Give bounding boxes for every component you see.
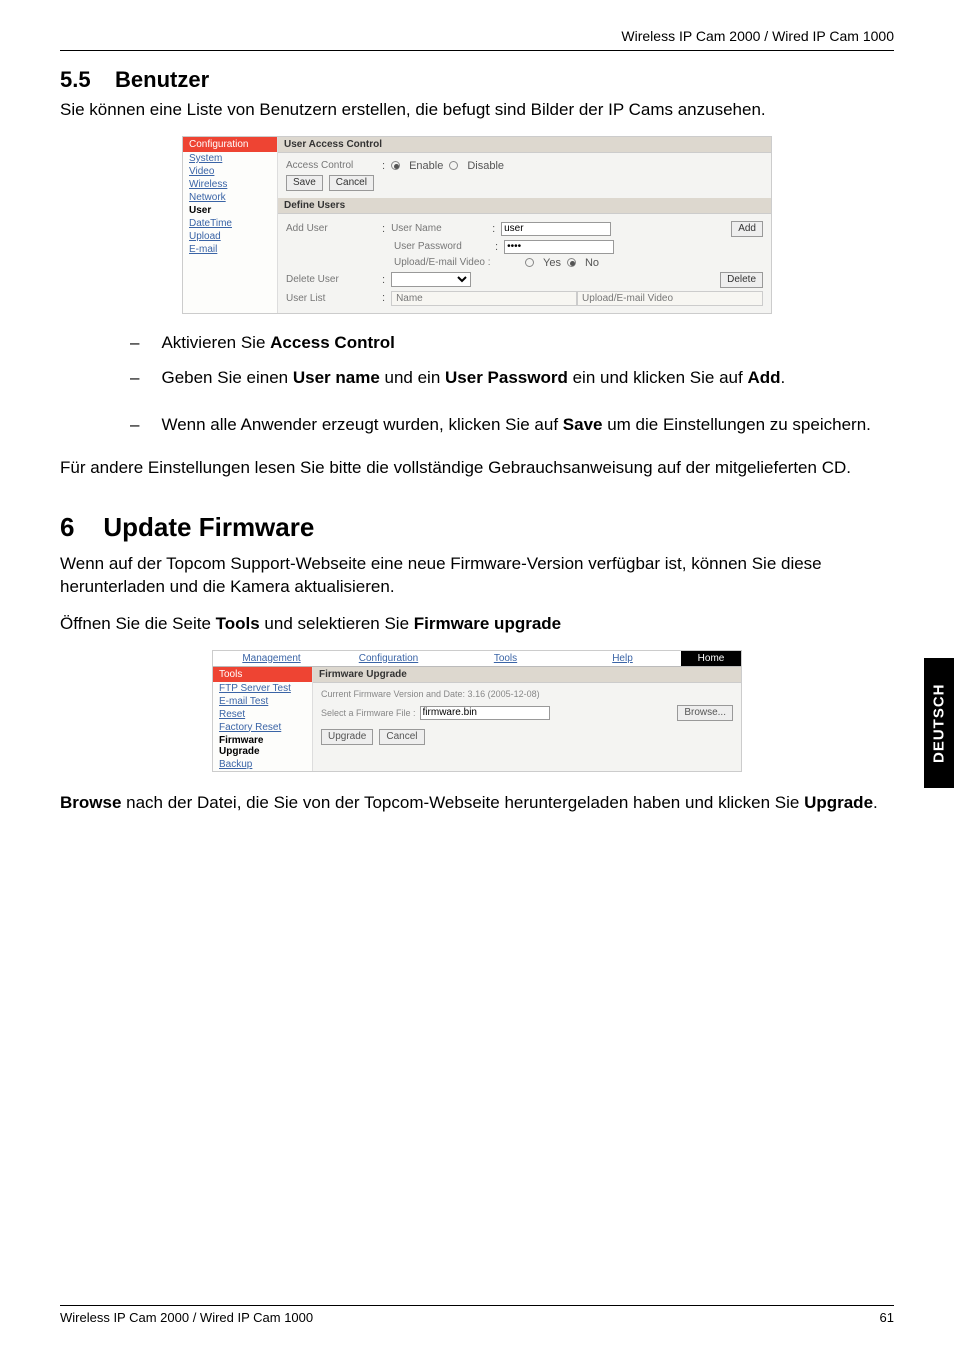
delete-user-label: Delete User — [286, 274, 376, 285]
delete-user-select[interactable] — [391, 272, 471, 287]
nav-factory-reset[interactable]: Factory Reset — [213, 721, 312, 734]
bullet-2: Geben Sie einen User name und ein User P… — [161, 367, 894, 390]
add-button[interactable]: Add — [731, 221, 763, 237]
userpassword-input[interactable] — [504, 240, 614, 254]
user-list-label: User List — [286, 293, 376, 304]
chapter-title: Update Firmware — [103, 512, 314, 542]
section-6-p3: Browse nach der Datei, die Sie von der T… — [60, 792, 894, 815]
no-label: No — [585, 257, 599, 269]
firmware-upgrade-screenshot: Management Configuration Tools Help Home… — [212, 650, 742, 772]
tab-help[interactable]: Help — [564, 651, 681, 667]
bullet-dash: – — [130, 414, 139, 437]
language-sidetab: DEUTSCH — [924, 658, 954, 788]
nav-email[interactable]: E-mail — [183, 243, 277, 256]
firmware-file-input[interactable] — [420, 706, 550, 720]
upgrade-button[interactable]: Upgrade — [321, 729, 373, 745]
section-6-p2: Öffnen Sie die Seite Tools und selektier… — [60, 613, 894, 636]
bullet-dash: – — [130, 367, 139, 390]
footer-left: Wireless IP Cam 2000 / Wired IP Cam 1000 — [60, 1310, 313, 1325]
user-access-screenshot: Configuration System Video Wireless Netw… — [182, 136, 772, 314]
tab-tools[interactable]: Tools — [447, 651, 564, 667]
nav-email-test[interactable]: E-mail Test — [213, 695, 312, 708]
bullet-1: Aktivieren Sie Access Control — [161, 332, 894, 355]
disable-label: Disable — [467, 160, 504, 172]
section-5-5-outro: Für andere Einstellungen lesen Sie bitte… — [60, 457, 894, 480]
nav-backup[interactable]: Backup — [213, 758, 312, 771]
current-firmware-text: Current Firmware Version and Date: 3.16 … — [321, 689, 733, 699]
config-sidebar-header: Configuration — [183, 137, 277, 152]
running-header: Wireless IP Cam 2000 / Wired IP Cam 1000 — [60, 28, 894, 51]
add-user-label: Add User — [286, 223, 376, 234]
upload-no-radio[interactable] — [567, 258, 576, 267]
section-number: 5.5 — [60, 67, 91, 92]
chapter-number: 6 — [60, 512, 74, 542]
tab-home[interactable]: Home — [681, 651, 741, 667]
define-users-bar: Define Users — [278, 198, 771, 214]
userpassword-label: User Password — [394, 241, 489, 252]
section-6-heading: 6 Update Firmware — [60, 512, 894, 543]
nav-user[interactable]: User — [183, 204, 277, 217]
user-access-control-bar: User Access Control — [278, 137, 771, 153]
username-input[interactable] — [501, 222, 611, 236]
nav-ftp-test[interactable]: FTP Server Test — [213, 682, 312, 695]
disable-radio[interactable] — [449, 161, 458, 170]
tab-configuration[interactable]: Configuration — [330, 651, 447, 667]
nav-video[interactable]: Video — [183, 165, 277, 178]
nav-upload[interactable]: Upload — [183, 230, 277, 243]
section-5-5-intro: Sie können eine Liste von Benutzern erst… — [60, 99, 894, 122]
cancel-button-fw[interactable]: Cancel — [379, 729, 424, 745]
nav-wireless[interactable]: Wireless — [183, 178, 277, 191]
save-button[interactable]: Save — [286, 175, 323, 191]
username-label: User Name — [391, 223, 486, 234]
yes-label: Yes — [543, 257, 561, 269]
nav-datetime[interactable]: DateTime — [183, 217, 277, 230]
upload-yes-radio[interactable] — [525, 258, 534, 267]
footer-page-number: 61 — [880, 1310, 894, 1325]
delete-button[interactable]: Delete — [720, 272, 763, 288]
access-control-label: Access Control — [286, 160, 376, 171]
tools-sidebar-header: Tools — [213, 667, 312, 682]
nav-reset[interactable]: Reset — [213, 708, 312, 721]
nav-system[interactable]: System — [183, 152, 277, 165]
firmware-upgrade-bar: Firmware Upgrade — [313, 667, 741, 683]
section-5-5-heading: 5.5 Benutzer — [60, 67, 894, 93]
cancel-button[interactable]: Cancel — [329, 175, 374, 191]
section-title: Benutzer — [115, 67, 209, 92]
nav-network[interactable]: Network — [183, 191, 277, 204]
select-firmware-label: Select a Firmware File : — [321, 708, 416, 718]
nav-firmware-upgrade[interactable]: Firmware Upgrade — [213, 734, 312, 758]
upload-email-video-label: Upload/E-mail Video : — [394, 257, 519, 268]
th-upload-email: Upload/E-mail Video — [577, 291, 763, 306]
enable-label: Enable — [409, 160, 443, 172]
bullet-dash: – — [130, 332, 139, 355]
browse-button[interactable]: Browse... — [677, 705, 733, 721]
enable-radio[interactable] — [391, 161, 400, 170]
tab-management[interactable]: Management — [213, 651, 330, 667]
th-name: Name — [391, 291, 577, 306]
section-6-p1: Wenn auf der Topcom Support-Webseite ein… — [60, 553, 894, 599]
bullet-3: Wenn alle Anwender erzeugt wurden, klick… — [161, 414, 894, 437]
